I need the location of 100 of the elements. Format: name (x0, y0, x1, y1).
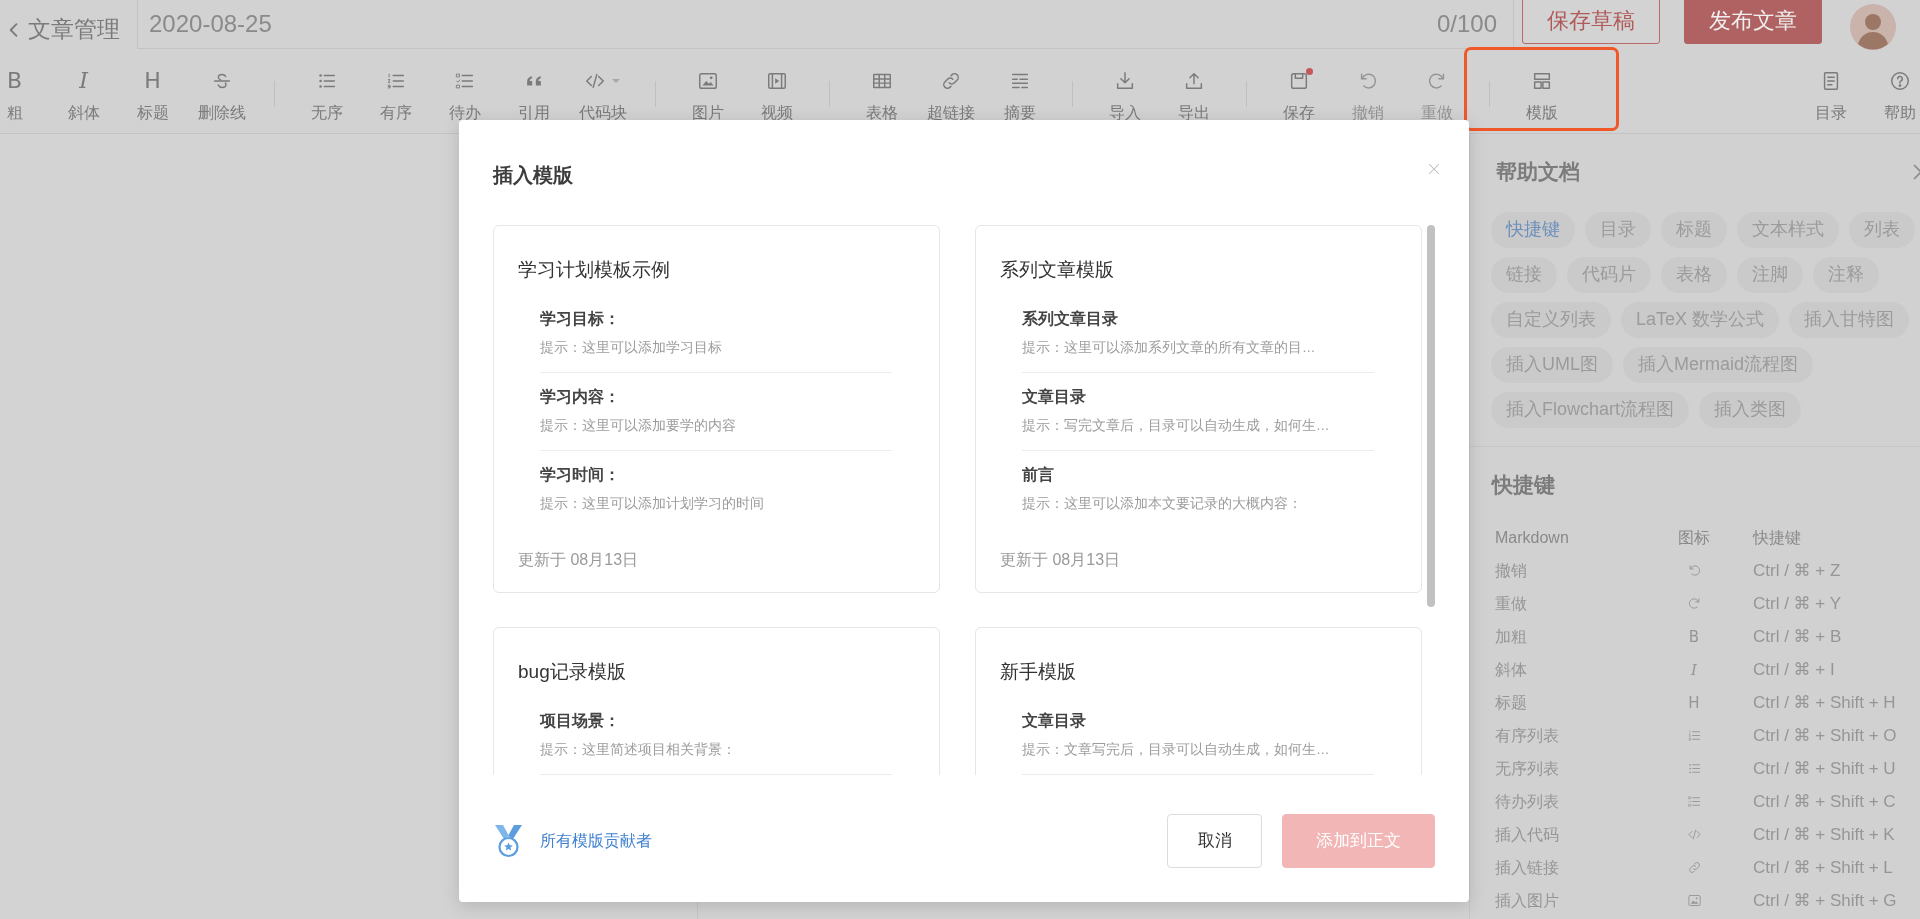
undo-icon (1686, 563, 1702, 578)
back-label: 文章管理 (28, 15, 120, 45)
save-draft-button[interactable]: 保存草稿 (1522, 0, 1660, 44)
table-cell-text: Ctrl / ⌘ + Shift + G (1753, 889, 1898, 912)
toolbar-button[interactable]: 帮助 (1865, 59, 1920, 125)
redo-icon (1686, 596, 1702, 611)
section-heading: 文章目录 (1022, 710, 1087, 731)
table-cell-text: 插入链接 (1495, 857, 1560, 878)
section-hint: 提示：这里可以添加本文要记录的大概内容： (1022, 494, 1303, 513)
table-cell-text: 重做 (1495, 593, 1528, 614)
table-cell-text: 撤销 (1495, 560, 1528, 581)
toolbar-button[interactable]: 删除线 (187, 59, 256, 125)
tag-chip[interactable]: 快捷键 (1491, 211, 1575, 248)
column-header: Markdown (1495, 527, 1570, 548)
panel-title: 帮助文档 (1496, 159, 1580, 185)
toolbar-button[interactable]: 表格 (847, 59, 916, 125)
medal-icon (493, 823, 524, 859)
toolbar-button[interactable]: 保存 (1264, 59, 1333, 125)
section-heading: 文章目录 (1022, 386, 1087, 407)
table-cell-text: 插入代码 (1495, 824, 1560, 845)
card-title: 系列文章模版 (1000, 258, 1115, 282)
template-card[interactable]: 学习计划模板示例 学习目标： 提示：这里可以添加学习目标 学习内容： 提示：这里可以添加要学的内容 学习时间： 提示：这里可以添加计划学习的时间 更新于 08月13日 (493, 225, 940, 593)
template-card[interactable]: 系列文章模版 系列文章目录 提示：这里可以添加系列文章的所有文章的目… 文章目录 提示：写完文章后，目录可以自动生成，如何生… 前言 提示：这里可以添加本文要记录的大概内容： 更新于 08月13日 (975, 225, 1422, 593)
toolbar-button[interactable]: 有序 (361, 59, 430, 125)
section-heading: 前言 (1022, 464, 1055, 485)
section-hint: 提示：这里可以添加学习目标 (540, 338, 723, 357)
unsaved-dot (1306, 68, 1313, 75)
table-cell-text: 有序列表 (1495, 725, 1560, 746)
card-title: bug记录模版 (518, 660, 627, 684)
card-title: 学习计划模板示例 (518, 258, 671, 282)
toolbar-button[interactable]: 导出 (1159, 59, 1228, 125)
table-cell-text: Ctrl / ⌘ + Z (1753, 559, 1842, 582)
toolbar-button[interactable]: 图片 (673, 59, 742, 125)
table-cell-text: Ctrl / ⌘ + Shift + H (1753, 691, 1897, 714)
section-hint: 提示：文章写完后，目录可以自动生成，如何生… (1022, 740, 1331, 759)
checklist-icon (1686, 794, 1702, 809)
highlighted-toolbar-button[interactable]: 模版 (1464, 47, 1619, 131)
section-hint: 提示：这里可以添加计划学习的时间 (540, 494, 765, 513)
toolbar-button[interactable]: I 斜体 (49, 59, 118, 125)
section-heading: 学习目标： (540, 308, 621, 329)
scrollbar[interactable] (1427, 225, 1435, 607)
section-heading: 项目场景： (540, 710, 621, 731)
toolbar-button[interactable]: 无序 (292, 59, 361, 125)
toolbar-button[interactable]: 视频 (742, 59, 811, 125)
table-cell-text: Ctrl / ⌘ + B (1753, 625, 1843, 648)
help-icon (1888, 70, 1911, 92)
section-hint: 提示：写完文章后，目录可以自动生成，如何生… (1022, 416, 1331, 435)
section-heading: 学习时间： (540, 464, 621, 485)
back-link[interactable]: 文章管理 (0, 0, 137, 59)
toolbar-button[interactable]: 导入 (1090, 59, 1159, 125)
glyph-icon: H (1688, 691, 1700, 714)
table-cell-text: Ctrl / ⌘ + Shift + K (1753, 823, 1896, 846)
image-icon (696, 70, 719, 92)
table-cell-text: Ctrl / ⌘ + Shift + O (1753, 724, 1898, 747)
title-input[interactable]: 2020-08-25 (138, 0, 1437, 48)
table-cell-text: Ctrl / ⌘ + Shift + C (1753, 790, 1897, 813)
section-hint: 提示：这里可以添加要学的内容 (540, 416, 737, 435)
code-icon (1686, 827, 1702, 842)
character-counter: 0/100 (1436, 9, 1498, 39)
glyph-icon: B (6, 70, 23, 92)
card-title: 新手模版 (1000, 660, 1077, 684)
section-hint: 提示：这里简述项目相关背景： (540, 740, 737, 759)
toolbar-button[interactable]: H 标题 (118, 59, 187, 125)
cancel-button[interactable]: 取消 (1167, 814, 1262, 868)
dialog-title: 插入模版 (493, 163, 573, 188)
updated-date: 更新于 08月13日 (518, 550, 640, 570)
table-cell-text: 加粗 (1495, 626, 1528, 647)
section-hint: 提示：这里可以添加系列文章的所有文章的目… (1022, 338, 1317, 357)
table-cell-text: 标题 (1495, 692, 1528, 713)
section-title: 快捷键 (1490, 471, 1556, 498)
glyph-icon: I (1691, 658, 1697, 681)
contributors-link[interactable]: 所有模版贡献者 (540, 829, 652, 853)
section-heading: 系列文章目录 (1022, 308, 1119, 329)
section-heading: 学习内容： (540, 386, 621, 407)
table-cell-text: 待办列表 (1495, 791, 1560, 812)
glyph-icon: I (79, 70, 88, 92)
bulleted-list-icon (1686, 761, 1702, 776)
glyph-icon: H (144, 70, 161, 92)
link-icon (1686, 860, 1702, 875)
toolbar-button[interactable]: 摘要 (985, 59, 1054, 125)
column-header: 快捷键 (1753, 527, 1802, 548)
table-cell-text: Ctrl / ⌘ + I (1753, 658, 1836, 681)
numbered-list-icon (1686, 728, 1702, 743)
avatar[interactable] (1850, 4, 1896, 50)
table-cell-text: Ctrl / ⌘ + Shift + L (1753, 856, 1894, 879)
updated-date: 更新于 08月13日 (1000, 550, 1122, 570)
toolbar-button[interactable]: B 粗 (0, 59, 49, 125)
toolbar-button[interactable]: 超链接 (916, 59, 985, 125)
table-cell-text: 无序列表 (1495, 758, 1560, 779)
publish-button[interactable]: 发布文章 (1684, 0, 1822, 44)
table-cell-text: Ctrl / ⌘ + Shift + U (1753, 757, 1897, 780)
toolbar-button[interactable]: 代码块 (568, 59, 637, 125)
toolbar-button[interactable]: 引用 (499, 59, 568, 125)
film-icon (765, 70, 788, 92)
glyph-icon: B (1688, 625, 1700, 648)
toolbar-button[interactable]: 待办 (430, 59, 499, 125)
image-icon (1686, 893, 1702, 908)
toolbar-button[interactable]: 目录 (1796, 59, 1865, 125)
title-field[interactable]: 2020-08-25 0/100 (137, 0, 1514, 49)
table-cell-text: 斜体 (1495, 659, 1528, 680)
